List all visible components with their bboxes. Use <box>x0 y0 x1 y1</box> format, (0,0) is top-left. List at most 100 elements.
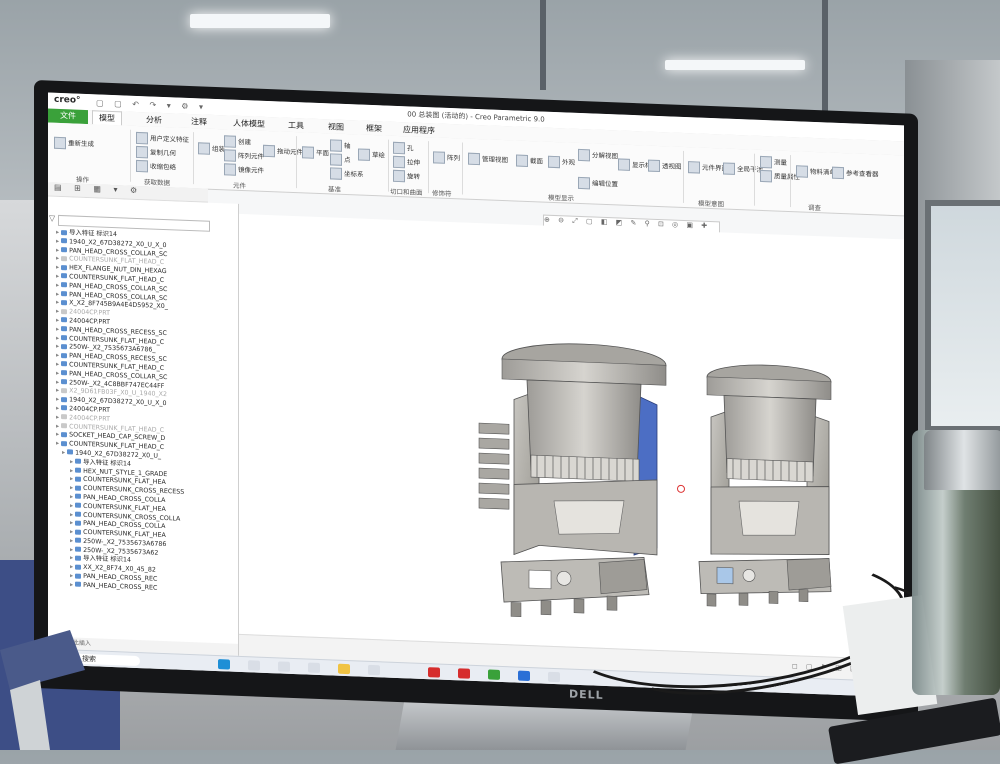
taskbar-app[interactable] <box>308 662 320 673</box>
coordinate-system-marker <box>677 484 685 494</box>
section-button[interactable]: 截面 <box>516 154 543 168</box>
bom-icon <box>796 165 808 178</box>
filter-icon[interactable]: ▽ <box>49 214 55 223</box>
taskbar-app-pdf[interactable] <box>428 667 440 678</box>
group-label-investigate: 调查 <box>808 203 821 213</box>
tab-manikin[interactable]: 人体模型 <box>233 118 265 130</box>
part-icon <box>75 476 82 482</box>
part-icon <box>61 414 68 420</box>
section-icon <box>516 154 528 167</box>
revolve-button[interactable]: 旋转 <box>393 169 420 183</box>
mass-properties-button[interactable]: 质量属性 <box>760 169 800 184</box>
part-icon <box>61 431 68 438</box>
explode-view-button[interactable]: 分解视图 <box>578 148 618 163</box>
point-button[interactable]: 点 <box>330 153 351 166</box>
point-icon <box>330 153 342 166</box>
mirror-component-button[interactable]: 镜像元件 <box>224 163 264 177</box>
plane-icon <box>302 146 314 159</box>
copy-geometry-icon <box>136 145 148 159</box>
pattern-icon <box>433 151 445 164</box>
taskbar-app[interactable] <box>518 670 530 682</box>
csys-button[interactable]: 坐标系 <box>330 167 364 180</box>
ribbon-separator <box>428 141 429 194</box>
create-button[interactable]: 创建 <box>224 135 251 148</box>
tab-applications[interactable]: 应用程序 <box>403 124 435 136</box>
perspective-icon <box>648 159 660 173</box>
taskbar-app[interactable] <box>278 661 290 672</box>
interference-icon <box>723 162 735 175</box>
regenerate-button[interactable]: 重新生成 <box>54 136 94 151</box>
taskbar-app[interactable] <box>248 660 260 671</box>
hole-button[interactable]: 孔 <box>393 141 414 155</box>
tab-tools[interactable]: 工具 <box>288 120 304 132</box>
taskbar-app[interactable] <box>368 664 380 676</box>
file-menu[interactable]: 文件 <box>48 108 88 125</box>
part-icon <box>61 299 68 306</box>
component-interface-icon <box>688 161 700 174</box>
measure-button[interactable]: 测量 <box>760 155 787 169</box>
pattern-button[interactable]: 阵列 <box>433 151 460 164</box>
tree-item-label: 导入特征 标识14 <box>83 458 131 468</box>
ceiling-light <box>665 60 805 70</box>
pattern-icon <box>224 149 236 162</box>
udf-button[interactable]: 用户定义特征 <box>136 131 189 146</box>
taskbar-app-edge[interactable] <box>218 659 230 670</box>
sketch-icon <box>358 148 370 161</box>
drag-components-button[interactable]: 拖动元件 <box>263 144 303 159</box>
assemble-icon <box>198 142 210 155</box>
tab-annotate[interactable]: 注释 <box>191 116 207 128</box>
part-icon <box>61 273 68 279</box>
taskbar-app[interactable] <box>488 669 500 680</box>
appearance-button[interactable]: 外观 <box>548 155 575 169</box>
ribbon-separator <box>296 136 297 189</box>
extrude-button[interactable]: 拉伸 <box>393 155 420 169</box>
part-icon <box>75 520 82 526</box>
tree-item-label: 导入特征 标识14 <box>69 229 117 239</box>
group-label-operations: 操作 <box>76 175 89 185</box>
part-icon <box>75 485 82 491</box>
reference-viewer-button[interactable]: 参考查看器 <box>832 166 879 181</box>
edit-position-icon <box>578 176 590 190</box>
part-icon <box>61 317 68 323</box>
taskbar-app-wps[interactable] <box>458 668 470 679</box>
axis-button[interactable]: 轴 <box>330 139 351 152</box>
sketch-button[interactable]: 草绘 <box>358 148 385 161</box>
tab-analysis[interactable]: 分析 <box>146 114 162 126</box>
part-icon <box>61 352 68 358</box>
copy-geometry-button[interactable]: 复制几何 <box>136 145 176 160</box>
part-icon <box>61 255 68 262</box>
tree-item-label: 24004CP.PRT <box>69 308 110 318</box>
tab-model[interactable]: 模型 <box>92 110 122 126</box>
global-interference-button[interactable]: 全局干涉 <box>723 162 763 176</box>
part-icon <box>75 467 82 473</box>
group-label-cut-surface: 切口和曲面 <box>390 187 423 197</box>
pattern-component-button[interactable]: 阵列元件 <box>224 149 264 163</box>
part-icon <box>75 573 82 579</box>
dell-logo: DELL <box>569 687 604 702</box>
udf-icon <box>136 131 148 145</box>
perspective-button[interactable]: 透视图 <box>648 159 682 173</box>
tree-list: ▸ 导入特征 标识14 ▸ 1940_X2_67D38272_X0_U_X_0 ▸ … <box>48 229 238 597</box>
taskbar-app[interactable] <box>548 671 560 683</box>
drag-icon <box>263 144 275 158</box>
ribbon-separator <box>388 139 389 192</box>
manage-views-button[interactable]: 管理视图 <box>468 152 508 167</box>
group-label-component: 元件 <box>233 181 246 191</box>
tab-framework[interactable]: 框架 <box>366 123 382 135</box>
bom-button[interactable]: 物料清单 <box>796 165 836 179</box>
bottle-cap <box>924 430 1000 490</box>
create-icon <box>224 135 236 148</box>
taskbar-app[interactable] <box>338 663 350 675</box>
part-icon <box>75 555 82 561</box>
ceiling-light <box>190 14 330 28</box>
plane-button[interactable]: 平面 <box>302 146 329 159</box>
shrinkwrap-button[interactable]: 收缩包络 <box>136 159 176 174</box>
part-icon <box>61 335 68 341</box>
part-icon <box>61 247 68 253</box>
assemble-button[interactable]: 组装 <box>198 142 225 155</box>
edit-position-button[interactable]: 编辑位置 <box>578 176 618 191</box>
tab-view[interactable]: 视图 <box>328 121 344 133</box>
ribbon-separator <box>754 153 755 206</box>
component-interface-button[interactable]: 元件界面 <box>688 161 728 175</box>
part-icon <box>61 291 68 297</box>
